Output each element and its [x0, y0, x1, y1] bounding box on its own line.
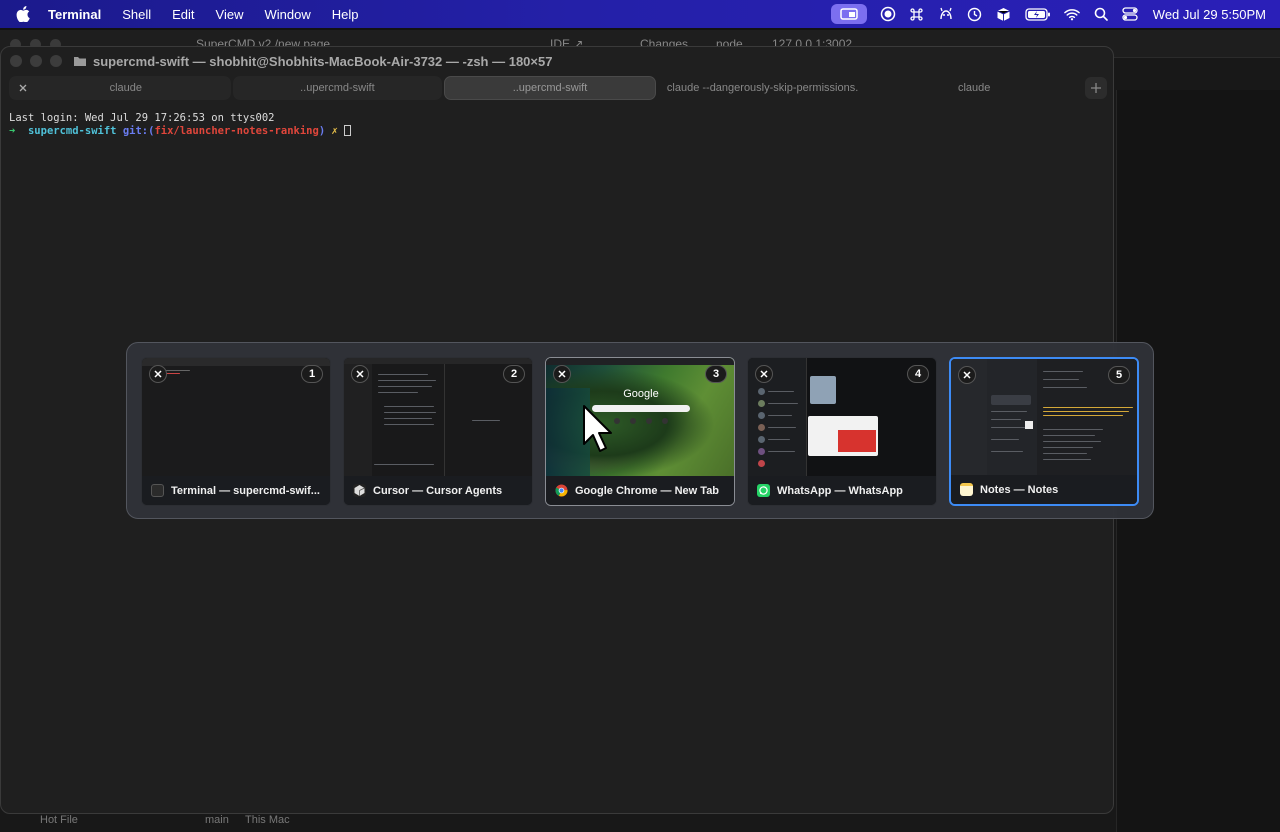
window-number-badge: 2: [503, 365, 525, 383]
terminal-tab-bar: claude ..upercmd-swift ..upercmd-swift c…: [9, 76, 1107, 100]
last-login-line: Last login: Wed Jul 29 17:26:53 on ttys0…: [9, 112, 275, 124]
minimize-light[interactable]: [30, 55, 42, 67]
prompt-git-close: ): [318, 125, 326, 137]
box-icon[interactable]: [996, 6, 1012, 22]
tab-label: claude: [957, 82, 991, 94]
screen-share-icon[interactable]: [830, 4, 867, 24]
close-icon: [558, 370, 566, 378]
card-label: Cursor — Cursor Agents: [373, 484, 503, 497]
prompt-git: git:(: [122, 125, 155, 137]
command-icon[interactable]: [909, 6, 925, 22]
battery-icon[interactable]: [1025, 6, 1051, 22]
close-icon: [356, 370, 364, 378]
menu-app-terminal[interactable]: Terminal: [48, 7, 101, 22]
tab-label: ..upercmd-swift: [512, 82, 588, 94]
whatsapp-app-icon: [757, 484, 770, 497]
close-light[interactable]: [10, 55, 22, 67]
card-footer: Google Chrome — New Tab: [546, 476, 734, 505]
switcher-card-notes[interactable]: 5 Notes — Notes: [949, 357, 1139, 506]
menu-shell[interactable]: Shell: [122, 7, 151, 22]
close-window-button[interactable]: [149, 365, 167, 383]
tab-label: ..upercmd-swift: [300, 82, 375, 94]
close-window-button[interactable]: [755, 365, 773, 383]
switcher-card-whatsapp[interactable]: 4 WhatsApp — WhatsApp: [747, 357, 937, 506]
prompt-branch: fix/launcher-notes-ranking: [154, 125, 319, 137]
close-window-button[interactable]: [351, 365, 369, 383]
close-tab-icon[interactable]: [17, 82, 29, 94]
menu-window[interactable]: Window: [265, 7, 311, 22]
tab-label: claude: [109, 82, 142, 94]
cursor-app-icon: [353, 484, 366, 497]
card-label: Terminal — supercmd-swif...: [171, 484, 320, 497]
menu-bar: Terminal Shell Edit View Window Help Wed…: [0, 0, 1280, 28]
card-footer: Notes — Notes: [951, 475, 1137, 504]
terminal-tab-4[interactable]: claude --dangerously-skip-permissions.: [658, 76, 868, 100]
terminal-app-icon: [151, 484, 164, 497]
window-number-badge: 3: [705, 365, 727, 383]
switcher-card-cursor[interactable]: 2 Cursor — Cursor Agents: [343, 357, 533, 506]
window-number-badge: 4: [907, 365, 929, 383]
window-number-badge: 5: [1108, 366, 1130, 384]
terminal-titlebar: supercmd-swift — shobhit@Shobhits-MacBoo…: [1, 47, 1113, 75]
close-window-button[interactable]: [553, 365, 571, 383]
terminal-tab-5[interactable]: claude: [869, 76, 1079, 100]
wifi-icon[interactable]: [1063, 6, 1080, 22]
bg-this-mac[interactable]: This Mac: [245, 814, 290, 826]
card-label: Google Chrome — New Tab: [575, 484, 720, 497]
menu-edit[interactable]: Edit: [172, 7, 194, 22]
terminal-output[interactable]: Last login: Wed Jul 29 17:26:53 on ttys0…: [9, 112, 352, 138]
card-footer: Cursor — Cursor Agents: [344, 476, 532, 505]
switcher-card-chrome[interactable]: Google 3 Google Chrome — New Tab: [545, 357, 735, 506]
terminal-tab-3[interactable]: ..upercmd-swift: [444, 76, 656, 100]
menu-help[interactable]: Help: [332, 7, 359, 22]
bg-branch[interactable]: main: [205, 814, 229, 826]
terminal-tab-2[interactable]: ..upercmd-swift: [232, 76, 443, 100]
tab-label: claude --dangerously-skip-permissions.: [666, 82, 859, 94]
record-icon[interactable]: [880, 6, 896, 22]
plus-icon: [1090, 83, 1101, 93]
menu-view[interactable]: View: [216, 7, 244, 22]
card-label: WhatsApp — WhatsApp: [777, 484, 903, 497]
mascot-icon[interactable]: [938, 6, 954, 22]
window-switcher: 1 Terminal — supercmd-swif... 2 Cursor —…: [126, 342, 1154, 519]
text-cursor: [344, 125, 352, 136]
close-icon: [760, 370, 768, 378]
card-footer: Terminal — supercmd-swif...: [142, 476, 330, 505]
new-tab-button[interactable]: [1084, 77, 1107, 99]
bg-hot-file: Hot File: [40, 814, 78, 826]
clock-icon[interactable]: [967, 6, 983, 22]
prompt-arrow: ➜: [9, 125, 16, 137]
folder-icon: [73, 55, 87, 67]
window-number-badge: 1: [301, 365, 323, 383]
switcher-card-terminal[interactable]: 1 Terminal — supercmd-swif...: [141, 357, 331, 506]
mouse-pointer-icon: [583, 405, 612, 452]
prompt-directory: supercmd-swift: [27, 125, 117, 137]
terminal-window-title: supercmd-swift — shobhit@Shobhits-MacBoo…: [93, 53, 553, 69]
notes-app-icon: [960, 483, 973, 496]
close-icon: [963, 371, 971, 379]
prompt-dirty-mark: ✗: [331, 125, 338, 137]
google-logo-text: Google: [623, 388, 659, 400]
card-footer: WhatsApp — WhatsApp: [748, 476, 936, 505]
apple-icon[interactable]: [16, 6, 32, 22]
chrome-app-icon: [555, 484, 568, 497]
close-icon: [154, 370, 162, 378]
zoom-light[interactable]: [50, 55, 62, 67]
terminal-tab-1[interactable]: claude: [9, 76, 231, 100]
card-label: Notes — Notes: [980, 483, 1059, 496]
close-window-button[interactable]: [958, 366, 976, 384]
menubar-clock[interactable]: Wed Jul 29 5:50PM: [1153, 7, 1266, 22]
control-center-icon[interactable]: [1122, 6, 1138, 22]
search-icon[interactable]: [1093, 6, 1109, 22]
prompt-line: ➜ supercmd-swift git:(fix/launcher-notes…: [9, 125, 352, 138]
